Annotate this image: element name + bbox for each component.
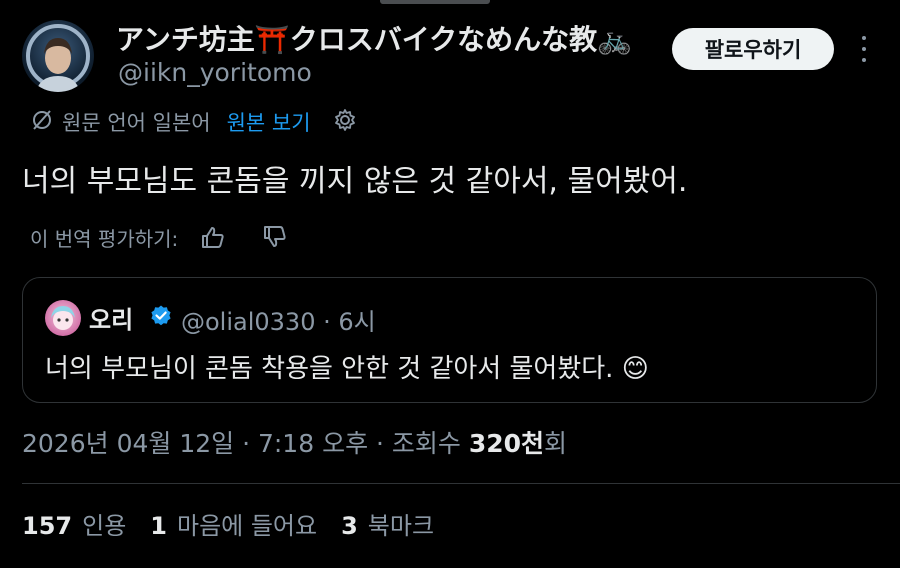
gear-icon[interactable] — [333, 108, 357, 137]
rate-translation-row: 이 번역 평가하기: — [30, 222, 288, 252]
tweet-timestamp[interactable]: 2026년 04월 12일 · 7:18 오후 · 조회수 — [22, 429, 469, 458]
likes-label: 마음에 들어요 — [176, 512, 318, 540]
translation-row: 원문 언어 일본어 원본 보기 — [30, 106, 357, 138]
follow-button[interactable]: 팔로우하기 — [672, 28, 834, 70]
rate-translation-label: 이 번역 평가하기: — [30, 226, 179, 251]
author-display-name[interactable]: アンチ坊主⛩️クロスバイクなめんな教🚲 — [116, 18, 632, 58]
bookmarks-count: 3 — [341, 512, 358, 540]
engagement-stats: 157 인용 1 마음에 들어요 3 북마크 — [22, 506, 458, 541]
author-handle[interactable]: @iikn_yoritomo — [118, 58, 312, 87]
quotes-count: 157 — [22, 512, 73, 540]
translation-source-label: 원문 언어 일본어 — [62, 111, 211, 135]
view-count-suffix: 회 — [544, 429, 568, 458]
quoted-handle-time[interactable]: @olial0330 · 6시 — [181, 302, 376, 337]
quotes-stat[interactable]: 157 인용 — [22, 506, 126, 541]
likes-stat[interactable]: 1 마음에 들어요 — [150, 506, 317, 541]
quoted-author-avatar[interactable] — [45, 300, 81, 336]
quoted-tweet-text: 너의 부모님이 콘돔 착용을 안한 것 같아서 물어봤다. 😊 — [45, 354, 649, 384]
show-original-link[interactable]: 원본 보기 — [227, 107, 311, 137]
likes-count: 1 — [150, 512, 167, 540]
quotes-label: 인용 — [82, 512, 127, 540]
view-count: 320천 — [468, 429, 545, 458]
translate-slash-icon — [30, 108, 54, 137]
tweet-text: 너의 부모님도 콘돔을 끼지 않은 것 같아서, 물어봤어. — [22, 164, 688, 199]
astronaut-portrait-icon — [26, 24, 90, 92]
quoted-author-name[interactable]: 오리 — [89, 300, 133, 335]
drag-handle — [380, 0, 490, 4]
thumbs-down-icon[interactable] — [262, 225, 288, 249]
author-avatar[interactable] — [22, 20, 94, 92]
anime-avatar-icon — [51, 306, 75, 330]
divider — [22, 483, 900, 484]
thumbs-up-icon[interactable] — [200, 225, 226, 249]
verified-badge-icon — [149, 304, 173, 332]
quoted-tweet-card[interactable]: 오리 @olial0330 · 6시 너의 부모님이 콘돔 착용을 안한 것 같… — [22, 277, 877, 403]
bookmarks-stat[interactable]: 3 북마크 — [341, 506, 434, 541]
more-options-icon[interactable] — [852, 32, 876, 66]
bookmarks-label: 북마크 — [367, 512, 435, 540]
tweet-meta: 2026년 04월 12일 · 7:18 오후 · 조회수 320천회 — [22, 424, 567, 460]
